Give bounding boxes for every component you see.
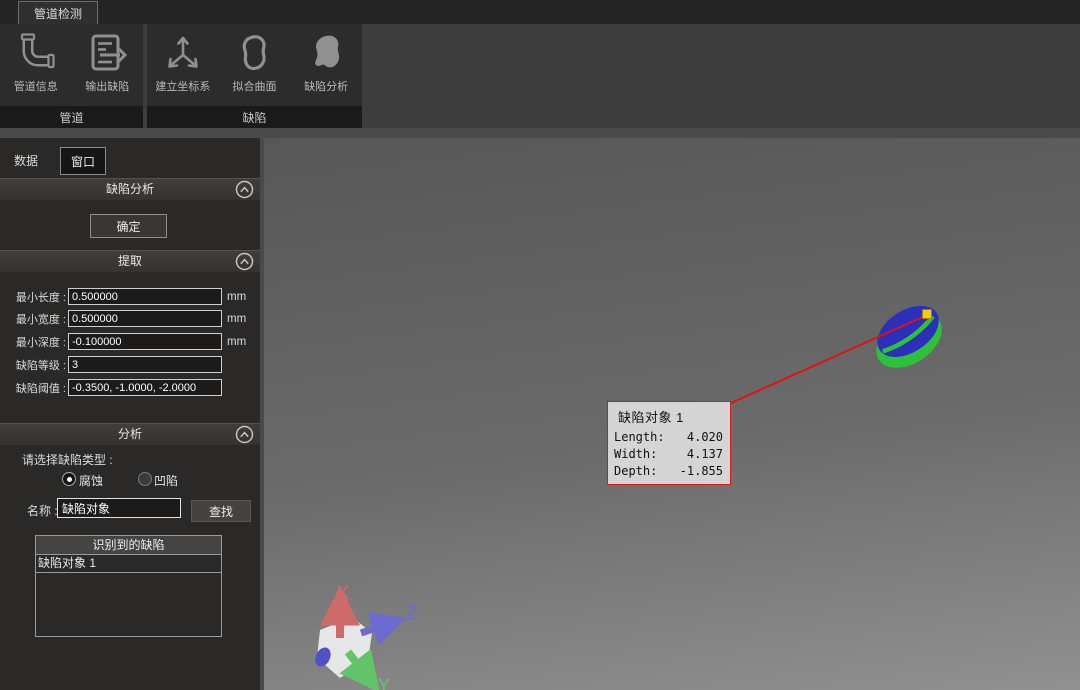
tooltip-value: 4.020 (687, 429, 723, 446)
fit-surface-button[interactable]: 拟合曲面 (219, 31, 289, 94)
min-depth-input[interactable] (68, 333, 222, 350)
sidebar-tab-window[interactable]: 窗口 (60, 147, 106, 175)
fit-surface-blob-icon (232, 31, 276, 75)
tooltip-title: 缺陷对象 1 (608, 405, 730, 429)
orientation-cube[interactable]: X Z Y (312, 583, 418, 690)
x-axis-label: X (337, 583, 350, 604)
export-defects-button[interactable]: 输出缺陷 (72, 31, 142, 94)
defect-level-label: 缺陷等级 : (0, 357, 66, 373)
min-depth-label: 最小深度 : (0, 334, 66, 350)
defect-level-input[interactable] (68, 356, 222, 373)
field-row-min-length: 最小长度 : mm (0, 288, 260, 305)
z-axis-arrow (361, 624, 388, 633)
unit-label: mm (227, 313, 246, 325)
tooltip-value: -1.855 (680, 463, 723, 480)
radio-corrosion[interactable] (62, 472, 76, 486)
ribbon: 管道信息 输出缺陷 管道 (0, 24, 1080, 128)
app-window: 管道检测 管道信息 (0, 0, 1080, 690)
radio-dent-label: 凹陷 (154, 472, 178, 489)
ribbon-group-pipeline: 管道信息 输出缺陷 管道 (0, 24, 143, 128)
ribbon-group-label-defect: 缺陷 (147, 106, 362, 128)
collapse-chevron-icon[interactable] (235, 252, 254, 271)
sidebar-tab-data[interactable]: 数据 (14, 152, 38, 169)
defect-threshold-label: 缺陷阈值 : (0, 380, 66, 396)
defect-blob-icon (304, 31, 348, 75)
defect-threshold-input[interactable] (68, 379, 222, 396)
main-area: 数据 窗口 缺陷分析 确定 提取 最小长度 : (0, 128, 1080, 690)
sidebar-panel: 数据 窗口 缺陷分析 确定 提取 最小长度 : (0, 138, 260, 690)
min-width-input[interactable] (68, 310, 222, 327)
title-bar: 管道检测 (0, 0, 1080, 24)
tooltip-row-width: Width: 4.137 (608, 446, 730, 463)
defect-type-prompt: 请选择缺陷类型 : (22, 451, 113, 468)
pipe-elbow-icon (14, 31, 58, 75)
defect-info-tooltip: 缺陷对象 1 Length: 4.020 Width: 4.137 Depth:… (607, 401, 731, 485)
section-header-analysis[interactable]: 分析 (0, 423, 260, 445)
tooltip-key: Depth: (614, 463, 657, 480)
ribbon-button-label: 建立坐标系 (155, 78, 210, 94)
tooltip-row-depth: Depth: -1.855 (608, 463, 730, 480)
export-defects-icon (85, 31, 129, 75)
ribbon-button-label: 缺陷分析 (304, 78, 348, 94)
field-row-defect-threshold: 缺陷阈值 : (0, 379, 260, 396)
y-axis-label: Y (378, 676, 391, 690)
tooltip-key: Width: (614, 446, 657, 463)
unit-label: mm (227, 336, 246, 348)
ribbon-button-label: 输出缺陷 (85, 78, 129, 94)
min-length-input[interactable] (68, 288, 222, 305)
tooltip-row-length: Length: 4.020 (608, 429, 730, 446)
viewport-3d[interactable]: X Z Y 缺陷对象 1 Length: 4.020 Width: 4.137 … (264, 138, 1080, 690)
section-header-extract[interactable]: 提取 (0, 250, 260, 272)
ribbon-tab-pipeline-inspection[interactable]: 管道检测 (18, 1, 98, 25)
field-row-min-width: 最小宽度 : mm (0, 310, 260, 327)
collapse-chevron-icon[interactable] (235, 180, 254, 199)
identified-defects-list: 识别到的缺陷 缺陷对象 1 (35, 535, 222, 637)
min-length-label: 最小长度 : (0, 289, 66, 305)
defects-list-header: 识别到的缺陷 (36, 536, 221, 555)
coordinate-axes-icon (161, 31, 205, 75)
min-width-label: 最小宽度 : (0, 311, 66, 327)
defect-name-input[interactable] (57, 498, 181, 518)
create-coordinate-system-button[interactable]: 建立坐标系 (148, 31, 218, 94)
find-button[interactable]: 查找 (191, 500, 251, 522)
section-title: 缺陷分析 (106, 182, 154, 196)
tooltip-key: Length: (614, 429, 665, 446)
ribbon-group-defect: 建立坐标系 拟合曲面 缺陷分析 缺陷 (147, 24, 362, 128)
section-header-defect-analysis[interactable]: 缺陷分析 (0, 178, 260, 200)
ribbon-button-label: 管道信息 (14, 78, 58, 94)
pipeline-info-button[interactable]: 管道信息 (1, 31, 71, 94)
list-item-defect-object-1[interactable]: 缺陷对象 1 (36, 555, 221, 573)
defect-type-radio-group: 腐蚀 凹陷 (0, 471, 260, 487)
name-label: 名称 : (27, 502, 58, 519)
tooltip-value: 4.137 (687, 446, 723, 463)
collapse-chevron-icon[interactable] (235, 425, 254, 444)
confirm-button[interactable]: 确定 (90, 214, 167, 238)
defect-point-marker[interactable] (923, 310, 932, 319)
z-axis-label: Z (406, 603, 418, 624)
defect-analysis-button[interactable]: 缺陷分析 (291, 31, 361, 94)
section-title: 分析 (118, 427, 142, 441)
ribbon-button-label: 拟合曲面 (232, 78, 276, 94)
field-row-defect-level: 缺陷等级 : (0, 356, 260, 373)
field-row-min-depth: 最小深度 : mm (0, 333, 260, 350)
ribbon-group-label-pipeline: 管道 (0, 106, 143, 128)
radio-corrosion-label: 腐蚀 (79, 472, 103, 489)
section-title: 提取 (118, 254, 142, 268)
radio-dent[interactable] (138, 472, 152, 486)
unit-label: mm (227, 291, 246, 303)
